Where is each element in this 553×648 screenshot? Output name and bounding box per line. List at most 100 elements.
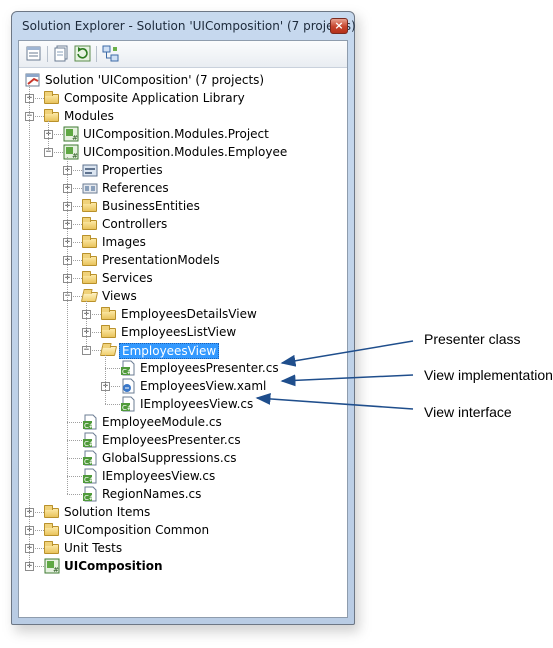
tree-item-label: UIComposition.Modules.Project [83,127,269,141]
tree-item-label: EmployeeModule.cs [102,415,222,429]
titlebar[interactable]: Solution Explorer - Solution 'UIComposit… [12,12,356,40]
svg-text:#: # [72,134,78,142]
tree-guide-line [105,355,107,404]
tree-item-label: PresentationModels [102,253,220,267]
xaml-file-icon [120,378,136,394]
close-button[interactable]: × [330,18,348,34]
window-title: Solution Explorer - Solution 'UIComposit… [22,19,356,33]
view-implementation-callout: View implementation [424,367,553,383]
tree-connector [67,476,82,478]
csharp-project-icon: # [44,558,60,574]
tree-guide-line [86,301,88,350]
csharp-file-icon: C# [82,468,98,484]
folder-icon [101,306,117,322]
csharp-file-icon: C# [82,450,98,466]
svg-text:C#: C# [84,458,95,466]
tree-item[interactable]: + # UIComposition.Modules.Project [19,125,347,143]
view-interface-callout: View interface [424,404,512,420]
tree-connector [67,458,82,460]
svg-text:C#: C# [122,368,133,376]
tree-item-label: RegionNames.cs [102,487,202,501]
csharp-file-icon: C# [82,432,98,448]
references-icon [82,180,98,196]
toolbar [19,41,347,68]
tree-item-label: Properties [102,163,163,177]
tree-guide-line [29,85,31,566]
class-diagram-icon[interactable] [102,45,119,62]
svg-text:#: # [53,566,59,574]
solution-tree: Solution 'UIComposition' (7 projects) + Co… [19,68,347,617]
tree-item-label: Views [102,289,137,303]
tree-item-label: EmployeesView [119,343,220,359]
toolbar-separator [47,46,48,62]
folder-icon [101,324,117,340]
svg-text:C#: C# [84,494,95,502]
tree-item[interactable]: Solution 'UIComposition' (7 projects) [19,71,347,89]
tree-item-label: Controllers [102,217,168,231]
tree-item-label: IEmployeesView.cs [140,397,254,411]
folder-icon [82,216,98,232]
tree-item-label: UIComposition.Modules.Employee [83,145,288,159]
tree-item-label: Services [102,271,153,285]
folder-icon [44,504,60,520]
tree-item-label: EmployeesListView [121,325,237,339]
folder-icon [82,198,98,214]
tree-guide-line [67,157,69,494]
toolbar-separator [96,46,97,62]
tree-item-label: Images [102,235,146,249]
properties-icon [82,162,98,178]
csharp-file-icon: C# [120,396,136,412]
tree-item-label: References [102,181,169,195]
solution-icon [25,72,41,88]
open-folder-icon [99,342,118,358]
tree-connector [105,368,120,370]
tree-item-label: EmployeesPresenter.cs [102,433,241,447]
csharp-file-icon: C# [120,360,136,376]
tree-item-label: Unit Tests [64,541,123,555]
csharp-project-icon: # [63,126,79,142]
tree-item[interactable]: + Solution Items [19,503,347,521]
tree-item-label: UIComposition [64,559,163,573]
tree-guide-line [48,121,50,152]
folder-icon [44,90,60,106]
presenter-class-callout: Presenter class [424,331,521,347]
svg-text:C#: C# [84,440,95,448]
folder-icon [44,108,60,124]
folder-icon [82,234,98,250]
folder-icon [44,540,60,556]
content-area: Solution 'UIComposition' (7 projects) + Co… [18,40,348,618]
properties-icon[interactable] [25,45,42,62]
svg-text:#: # [72,152,78,160]
tree-connector [67,440,82,442]
svg-text:C#: C# [122,404,133,412]
refresh-icon[interactable] [74,45,91,62]
csharp-file-icon: C# [82,414,98,430]
tree-item-label: EmployeesPresenter.cs [140,361,279,375]
svg-text:C#: C# [84,422,95,430]
open-folder-icon [80,288,99,304]
tree-item[interactable]: + UIComposition Common [19,521,347,539]
tree-item-label: EmployeesDetailsView [121,307,257,321]
tree-item-label: Solution Items [64,505,151,519]
tree-item-label: IEmployeesView.cs [102,469,216,483]
tree-item[interactable]: + Composite Application Library [19,89,347,107]
folder-icon [82,270,98,286]
svg-text:C#: C# [84,476,95,484]
tree-item-label: Solution 'UIComposition' (7 projects) [45,73,265,87]
show-all-files-icon[interactable] [53,45,70,62]
tree-connector [105,404,120,406]
tree-item[interactable]: − Modules [19,107,347,125]
folder-icon [82,252,98,268]
folder-icon [44,522,60,538]
tree-item-label: Modules [64,109,114,123]
tree-connector [67,494,82,496]
tree-item-label: Composite Application Library [64,91,245,105]
tree-item[interactable]: + Unit Tests [19,539,347,557]
tree-item-label: UIComposition Common [64,523,210,537]
tree-item-label: EmployeesView.xaml [140,379,267,393]
solution-explorer-window: Solution Explorer - Solution 'UIComposit… [11,11,356,625]
tree-item[interactable]: + # UIComposition [19,557,347,575]
tree-item-label: BusinessEntities [102,199,200,213]
tree-item-label: GlobalSuppressions.cs [102,451,237,465]
csharp-project-icon: # [63,144,79,160]
